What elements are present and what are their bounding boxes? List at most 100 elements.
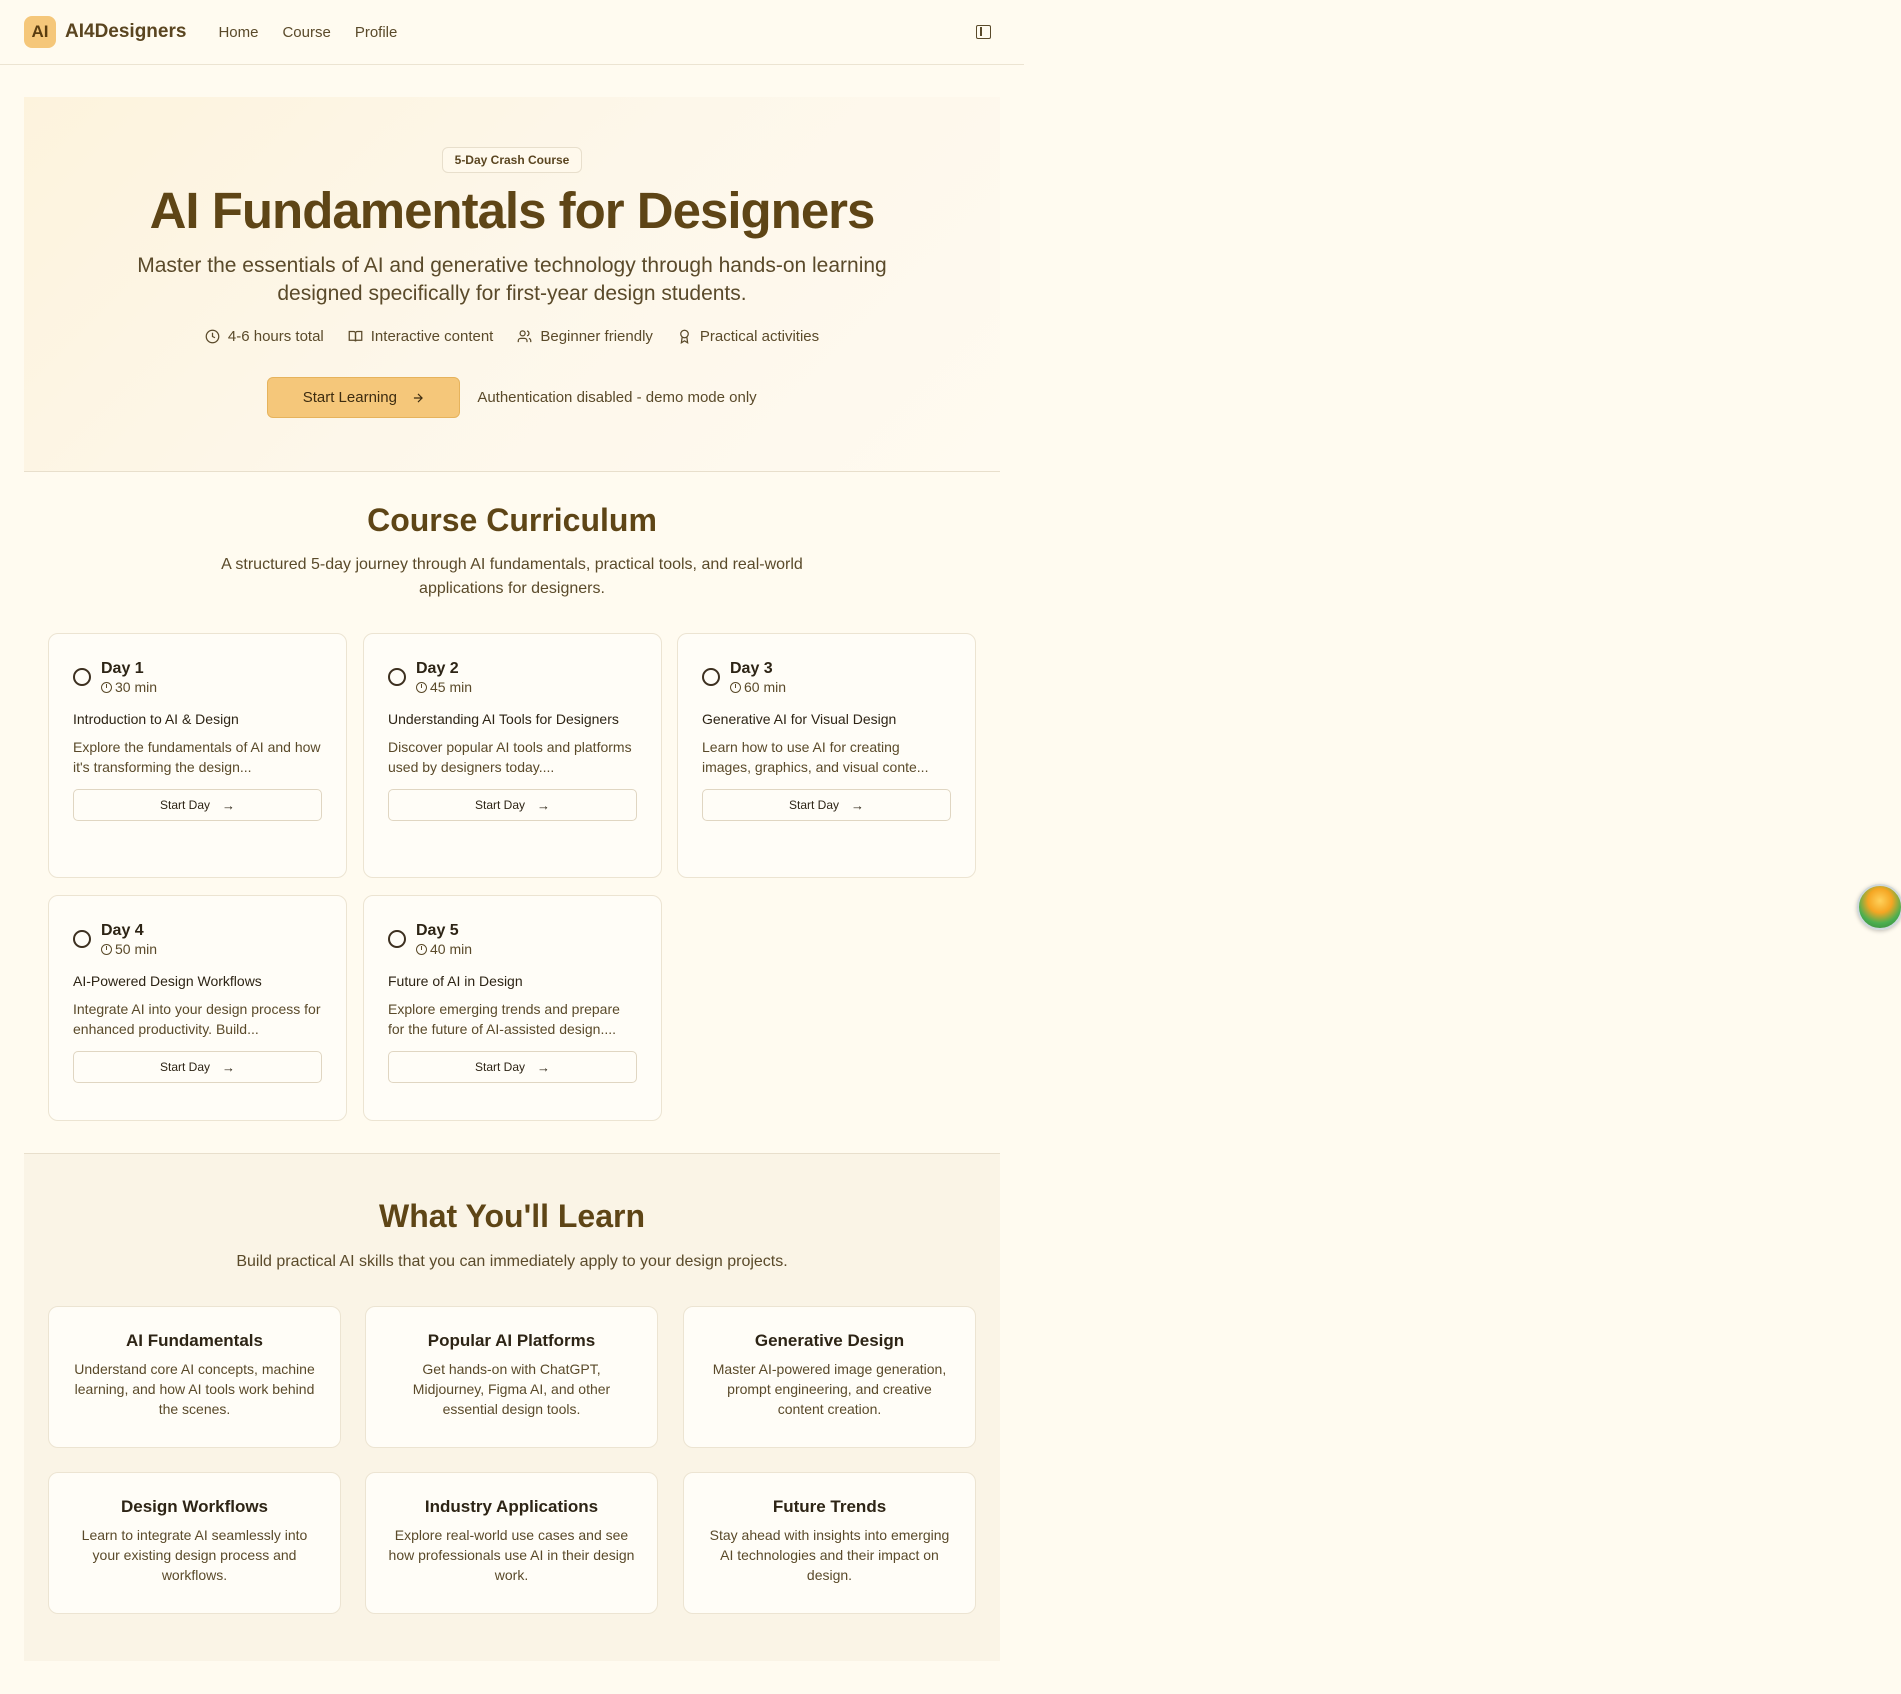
- duration-text: 30 min: [115, 679, 158, 695]
- lesson-description: Discover popular AI tools and platforms …: [388, 739, 632, 775]
- curriculum-title: Course Curriculum: [367, 502, 657, 538]
- nav-link-profile[interactable]: Profile: [355, 24, 398, 41]
- incomplete-circle-icon: [73, 668, 91, 686]
- lesson-description: Integrate AI into your design process fo…: [73, 1001, 321, 1037]
- learn-card-title: Popular AI Platforms: [427, 1331, 596, 1350]
- duration-text: 45 min: [430, 679, 473, 695]
- start-day-label: Start Day: [788, 798, 839, 812]
- logo-badge[interactable]: AI: [24, 16, 56, 48]
- day-label: Day 3: [730, 660, 773, 677]
- feature-list: 4-6 hours total Interactive content Begi…: [24, 328, 1000, 345]
- start-day-label: Start Day: [159, 1060, 210, 1074]
- lesson-title: Future of AI in Design: [388, 973, 523, 989]
- lesson-description: Learn how to use AI for creating images,…: [702, 739, 929, 775]
- curriculum-subtitle: A structured 5-day journey through AI fu…: [221, 556, 803, 597]
- nav-link-home[interactable]: Home: [218, 24, 258, 41]
- day-label: Day 1: [101, 660, 144, 677]
- lesson-title: AI-Powered Design Workflows: [73, 973, 262, 989]
- learn-card-description: Understand core AI concepts, machine lea…: [74, 1361, 315, 1417]
- incomplete-circle-icon: [388, 668, 406, 686]
- day-duration: 60 min: [730, 679, 786, 695]
- duration-text: 60 min: [744, 679, 787, 695]
- day-card: Day 3 60 min Generative AI for Visual De…: [677, 633, 976, 878]
- incomplete-circle-icon: [388, 930, 406, 948]
- learn-card-title: AI Fundamentals: [126, 1331, 263, 1350]
- clock-icon: [730, 681, 741, 693]
- learn-card-description: Master AI-powered image generation, prom…: [712, 1361, 947, 1417]
- day-card: Day 1 30 min Introduction to AI & Design…: [48, 633, 347, 878]
- feature-label: Beginner friendly: [540, 328, 653, 345]
- duration-text: 50 min: [115, 941, 158, 957]
- lesson-title: Generative AI for Visual Design: [702, 711, 897, 727]
- course-badge: 5-Day Crash Course: [441, 147, 583, 173]
- clock-icon: [101, 681, 112, 693]
- clock-icon: [101, 943, 112, 955]
- start-learning-button[interactable]: Start Learning: [267, 377, 461, 418]
- lesson-title: Introduction to AI & Design: [73, 711, 239, 727]
- learn-card: Generative Design Master AI-powered imag…: [683, 1306, 976, 1448]
- learn-card: Industry Applications Explore real-world…: [365, 1472, 658, 1614]
- arrow-right-icon: →: [851, 797, 864, 813]
- learn-card: Popular AI Platforms Get hands-on with C…: [365, 1306, 658, 1448]
- start-day-label: Start Day: [474, 1060, 525, 1074]
- feature-label: Practical activities: [699, 328, 820, 345]
- brand-name[interactable]: AI4Designers: [65, 21, 186, 43]
- feature-item: 4-6 hours total: [205, 328, 324, 345]
- lesson-description: Explore the fundamentals of AI and how i…: [73, 739, 321, 775]
- day-duration: 40 min: [416, 941, 472, 957]
- feature-item: Beginner friendly: [517, 328, 653, 345]
- day-label: Day 4: [101, 922, 144, 939]
- cta-row: Start Learning Authentication disabled -…: [24, 377, 1000, 418]
- learn-card-description: Stay ahead with insights into emerging A…: [709, 1527, 950, 1583]
- learn-card-title: Generative Design: [754, 1331, 905, 1350]
- day-duration: 50 min: [101, 941, 157, 957]
- start-day-button[interactable]: Start Day →: [702, 789, 951, 821]
- hero-section: 5-Day Crash Course AI Fundamentals for D…: [24, 97, 1000, 472]
- start-day-button[interactable]: Start Day →: [388, 1051, 637, 1083]
- start-day-button[interactable]: Start Day →: [73, 789, 322, 821]
- learn-card-description: Get hands-on with ChatGPT, Midjourney, F…: [412, 1361, 611, 1417]
- users-icon: [517, 330, 532, 343]
- arrow-right-icon: →: [537, 1059, 550, 1075]
- learn-card: Design Workflows Learn to integrate AI s…: [48, 1472, 341, 1614]
- top-navbar: AI AI4Designers Home Course Profile: [0, 0, 1024, 65]
- day-card: Day 2 45 min Understanding AI Tools for …: [363, 633, 662, 878]
- day-duration: 45 min: [416, 679, 472, 695]
- feature-item: Interactive content: [348, 328, 493, 345]
- arrow-right-icon: →: [222, 1059, 235, 1075]
- lesson-title: Understanding AI Tools for Designers: [388, 711, 619, 727]
- start-day-label: Start Day: [159, 798, 210, 812]
- day-label: Day 5: [416, 922, 459, 939]
- feature-item: Practical activities: [677, 328, 819, 345]
- floating-assistant-avatar[interactable]: [1857, 884, 1901, 930]
- day-card: Day 4 50 min AI-Powered Design Workflows…: [48, 895, 347, 1121]
- arrow-right-icon: →: [222, 797, 235, 813]
- day-label: Day 2: [416, 660, 459, 677]
- arrow-right-icon: →: [537, 797, 550, 813]
- arrow-right-icon: [413, 393, 423, 402]
- start-day-button[interactable]: Start Day →: [388, 789, 637, 821]
- learn-card-description: Explore real-world use cases and see how…: [388, 1527, 635, 1583]
- incomplete-circle-icon: [73, 930, 91, 948]
- learn-card: Future Trends Stay ahead with insights i…: [683, 1472, 976, 1614]
- start-day-label: Start Day: [474, 798, 525, 812]
- day-duration: 30 min: [101, 679, 157, 695]
- learn-card-description: Learn to integrate AI seamlessly into yo…: [81, 1527, 308, 1583]
- incomplete-circle-icon: [702, 668, 720, 686]
- start-learning-label: Start Learning: [302, 389, 397, 406]
- book-icon: [348, 330, 363, 342]
- hero-title: AI Fundamentals for Designers: [149, 182, 876, 239]
- award-icon: [680, 329, 689, 344]
- learn-card: AI Fundamentals Understand core AI conce…: [48, 1306, 341, 1448]
- duration-text: 40 min: [430, 941, 473, 957]
- nav-links: Home Course Profile: [218, 24, 397, 41]
- nav-link-course[interactable]: Course: [282, 24, 330, 41]
- learn-card-title: Design Workflows: [120, 1497, 269, 1516]
- clock-icon: [416, 681, 427, 693]
- start-day-button[interactable]: Start Day →: [73, 1051, 322, 1083]
- sidebar-toggle-icon[interactable]: [976, 25, 991, 39]
- auth-note: Authentication disabled - demo mode only: [477, 389, 757, 406]
- learn-subtitle: Build practical AI skills that you can i…: [236, 1253, 788, 1270]
- clock-icon: [205, 329, 220, 344]
- feature-label: 4-6 hours total: [227, 328, 324, 345]
